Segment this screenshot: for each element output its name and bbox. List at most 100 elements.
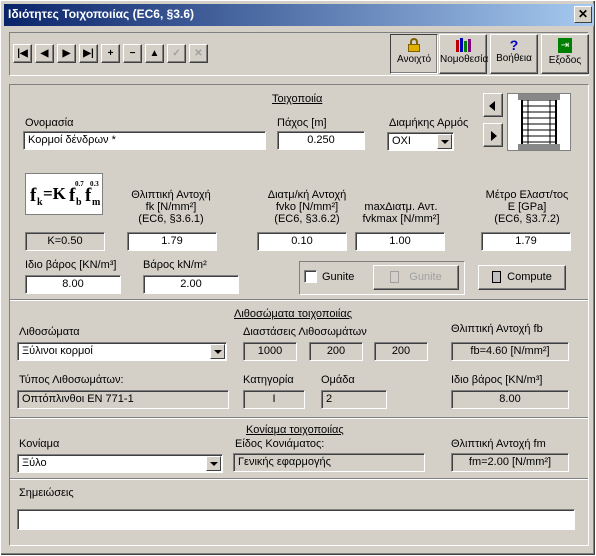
wall-next-button[interactable]: [483, 123, 503, 147]
fvko-label-3: (EC6, §3.6.2): [274, 213, 340, 225]
formula-eq: =K: [43, 184, 66, 203]
weight-label: Ιδιο βάρος [KN/m³]: [25, 259, 117, 271]
compute-button-label: Compute: [507, 271, 552, 283]
lock-icon: [408, 38, 420, 52]
mortar-select-value: Ξύλο: [22, 457, 47, 469]
thickness-label: Πάχος [m]: [277, 117, 327, 129]
formula-fb: f: [69, 185, 76, 206]
dialog-window: Ιδιότητες Τοιχοποιίας (EC6, §3.6) ✕ |◀ ◀…: [0, 0, 596, 556]
units-weight-label: Ιδιο βάρος [KN/m³]: [451, 374, 543, 386]
legislation-button-label: Νομοθεσία: [440, 54, 489, 65]
exit-button[interactable]: ⇥ Εξοδος: [541, 34, 589, 74]
arrow-right-icon: [491, 131, 497, 141]
dim-length-field: 1000: [243, 342, 297, 361]
fvko-field[interactable]: 0.10: [257, 232, 347, 251]
gunite-button-label: Gunite: [409, 271, 442, 283]
separator: [10, 299, 588, 301]
open-button-label: Ανοιχτό: [396, 54, 432, 65]
formula-f: f: [30, 185, 37, 206]
fb-field: fb=4.60 [N/mm²]: [451, 342, 569, 361]
gunite-checkbox[interactable]: [304, 270, 317, 283]
gunite-checkbox-label: Gunite: [322, 271, 355, 283]
fvko-label-1: Διατμ/κή Αντοχή: [267, 189, 347, 201]
books-icon: [455, 38, 471, 52]
first-record-button[interactable]: |◀: [13, 44, 32, 63]
fvkmax-label-1: maxΔιατμ. Αντ.: [364, 201, 438, 213]
last-record-button[interactable]: ▶|: [79, 44, 98, 63]
post-record-button[interactable]: ✓: [167, 44, 186, 63]
category-field: I: [243, 390, 305, 409]
next-record-button[interactable]: ▶: [57, 44, 76, 63]
chevron-down-icon[interactable]: [206, 456, 221, 471]
group-field: 2: [321, 390, 387, 409]
gunite-button[interactable]: Gunite: [373, 265, 459, 290]
help-button-label: Βοήθεια: [496, 53, 532, 64]
units-select-value: Ξύλινοι κορμοί: [22, 345, 93, 357]
units-label: Λιθοσώματα: [19, 326, 80, 338]
separator: [10, 417, 588, 419]
units-weight-field: 8.00: [451, 390, 569, 409]
formula-exp2: 0.3: [90, 180, 99, 188]
e-label-2: E [GPa]: [507, 201, 547, 213]
compute-button[interactable]: Compute: [478, 265, 566, 290]
calculator-icon: [390, 271, 400, 284]
fk-label-2: fk [N/mm²]: [145, 201, 197, 213]
e-label-1: Μέτρο Ελαστ/τος: [485, 189, 569, 201]
units-select[interactable]: Ξύλινοι κορμοί: [17, 342, 227, 361]
fk-field[interactable]: 1.79: [127, 232, 217, 251]
name-label: Ονομασία: [25, 117, 74, 129]
e-label-3: (EC6, §3.7.2): [494, 213, 560, 225]
open-button[interactable]: Ανοιχτό: [390, 34, 438, 74]
arrow-left-icon: [489, 101, 495, 111]
dims-label: Διαστάσεις Λιθοσωμάτων: [243, 326, 367, 338]
mortar-select[interactable]: Ξύλο: [17, 454, 223, 473]
fvkmax-field[interactable]: 1.00: [355, 232, 445, 251]
e-field[interactable]: 1.79: [481, 232, 571, 251]
notes-label: Σημειώσεις: [19, 487, 74, 499]
edit-record-button[interactable]: ▲: [145, 44, 164, 63]
fk-label-1: Θλιπτική Αντοχή: [131, 189, 211, 201]
name-field[interactable]: Κορμοί δένδρων *: [23, 131, 266, 150]
mortar-kind-label: Είδος Κονιάματος:: [235, 438, 325, 450]
window-title: Ιδιότητες Τοιχοποιίας (EC6, §3.6): [8, 7, 194, 21]
wall-preview-image: [507, 93, 571, 151]
wall-section-icon: [518, 93, 560, 151]
close-button[interactable]: ✕: [574, 6, 592, 23]
title-bar: Ιδιότητες Τοιχοποιίας (EC6, §3.6) ✕: [4, 4, 594, 26]
wall-prev-button[interactable]: [483, 93, 503, 117]
weight2-field[interactable]: 2.00: [143, 275, 239, 294]
type-label: Τύπος Λιθοσωμάτων:: [19, 374, 124, 386]
chevron-down-icon[interactable]: [437, 134, 452, 149]
formula-b-sub: b: [76, 197, 82, 208]
exit-icon: ⇥: [558, 38, 572, 53]
prev-record-button[interactable]: ◀: [35, 44, 54, 63]
joint-select[interactable]: ΟΧΙ: [387, 132, 454, 151]
notes-field[interactable]: [17, 509, 575, 530]
units-section-title: Λιθοσώματα τοιχοποιίας: [234, 308, 352, 320]
joint-label: Διαμήκης Αρμός: [389, 117, 469, 129]
mortar-section-title: Κονίαμα τοιχοποιίας: [246, 424, 344, 436]
mortar-label: Κονίαμα: [19, 438, 60, 450]
add-record-button[interactable]: +: [101, 44, 120, 63]
thickness-field[interactable]: 0.250: [277, 131, 365, 150]
formula-fm: f: [85, 185, 92, 206]
weight-field[interactable]: 8.00: [25, 275, 121, 294]
fm-label: Θλιπτική Αντοχή fm: [451, 438, 546, 450]
chevron-down-icon[interactable]: [210, 344, 225, 359]
masonry-section-title: Τοιχοποιία: [272, 93, 323, 105]
delete-record-button[interactable]: −: [123, 44, 142, 63]
k-value-field: K=0.50: [25, 232, 105, 251]
separator: [10, 478, 588, 480]
calculator-icon: [492, 271, 502, 284]
cancel-record-button[interactable]: ✕: [189, 44, 208, 63]
group-label: Ομάδα: [321, 374, 355, 386]
exit-button-label: Εξοδος: [548, 55, 582, 66]
formula-exp1: 0.7: [75, 180, 84, 188]
question-icon: ?: [509, 37, 519, 53]
joint-select-value: ΟΧΙ: [392, 135, 411, 147]
mortar-kind-field: Γενικής εφαρμογής: [233, 453, 425, 472]
fb-label: Θλιπτική Αντοχή fb: [451, 323, 543, 335]
category-label: Κατηγορία: [243, 374, 294, 386]
legislation-button[interactable]: Νομοθεσία: [439, 34, 489, 74]
help-button[interactable]: ? Βοήθεια: [490, 34, 538, 74]
